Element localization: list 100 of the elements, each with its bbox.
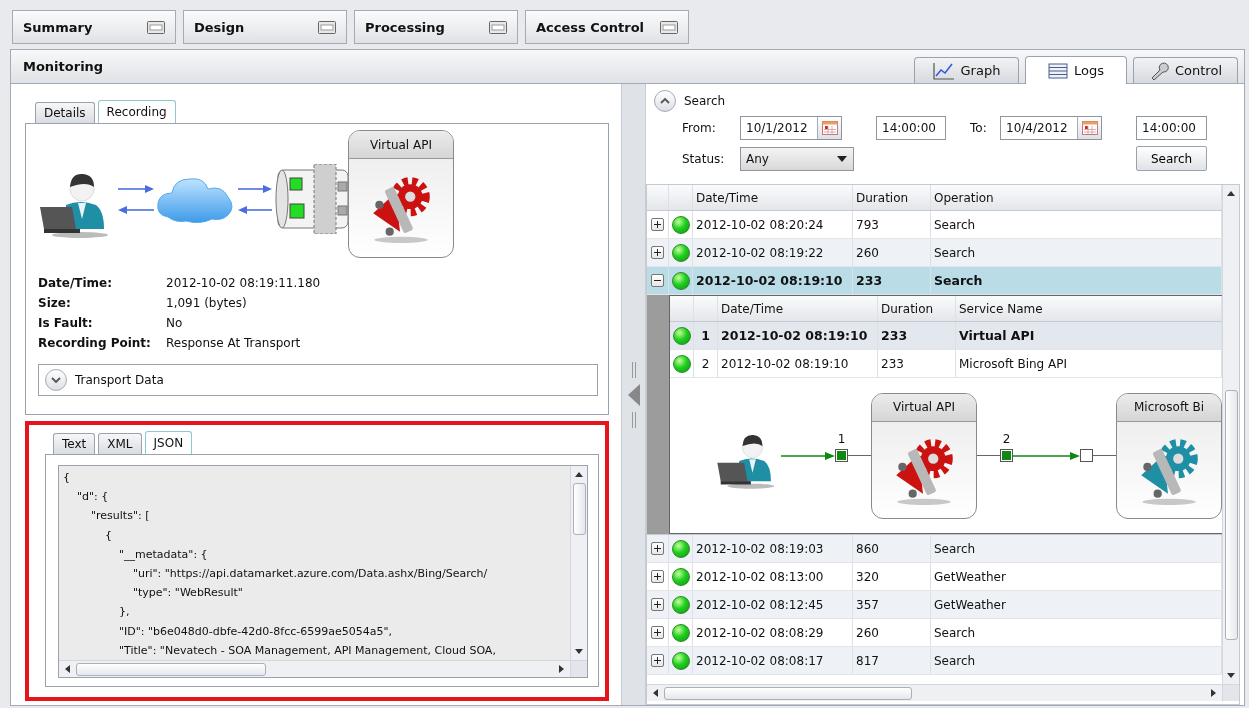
- status-icon: [673, 326, 691, 345]
- table-row[interactable]: 2012-10-02 08:19:10 233 Search: [647, 267, 1222, 295]
- collapse-button[interactable]: [654, 90, 676, 112]
- section-title: Search: [684, 94, 726, 108]
- table-cell: 2012-10-02 08:19:22: [693, 239, 853, 266]
- person-laptop-drawing: [40, 173, 108, 238]
- nav-tab[interactable]: Summary: [12, 10, 176, 44]
- table-cell: 2012-10-02 08:19:10: [693, 267, 853, 294]
- node-title: Virtual API: [872, 393, 976, 422]
- field-label: Date/Time:: [38, 276, 114, 290]
- gear-drawing: [373, 177, 430, 243]
- chevron-down-icon: [51, 377, 61, 384]
- time-field[interactable]: 14:00:00: [1136, 116, 1207, 140]
- column-header: Date/Time: [693, 185, 853, 210]
- transport-data-expander[interactable]: Transport Data: [38, 364, 598, 396]
- tab[interactable]: Recording: [97, 100, 176, 123]
- connector-arrow: [781, 451, 835, 460]
- tab[interactable]: Logs: [1025, 56, 1127, 84]
- status-icon: [673, 354, 691, 373]
- table-cell: 860: [853, 535, 931, 562]
- table-cell: 233: [878, 322, 956, 349]
- code-line: {: [103, 527, 113, 544]
- table-cell: 320: [853, 563, 931, 590]
- status-dropdown[interactable]: Any: [740, 146, 854, 171]
- table-cell: 357: [853, 591, 931, 618]
- field-value: 2012-10-02 08:19:11.180: [166, 276, 322, 290]
- tab[interactable]: XML: [98, 433, 142, 454]
- expander-icon[interactable]: [651, 626, 664, 639]
- column-header: Date/Time: [718, 296, 878, 321]
- nav-tab[interactable]: Processing: [354, 10, 518, 44]
- field-label: To:: [970, 121, 988, 135]
- table-cell: 2012-10-02 08:12:45: [693, 591, 853, 618]
- expander-icon[interactable]: [651, 542, 664, 555]
- scrollbar-corner: [1222, 684, 1239, 701]
- column-header: Duration: [878, 296, 956, 321]
- nav-tab[interactable]: Access Control: [525, 10, 689, 44]
- calendar-icon: [1081, 121, 1098, 135]
- tab[interactable]: Control: [1133, 57, 1238, 83]
- arrows-drawing: [117, 185, 155, 214]
- table-cell: 2: [694, 350, 718, 377]
- table-cell: 1: [694, 322, 718, 349]
- nav-tab[interactable]: Design: [183, 10, 347, 44]
- date-field[interactable]: 10/1/2012: [740, 116, 842, 140]
- code-line: "uri": "https://api.datamarket.azure.com/Data.ashx/Bing/Search/: [131, 566, 489, 582]
- arrows-drawing: [237, 185, 273, 214]
- table-row[interactable]: 2012-10-02 08:19:22 260 Search: [647, 239, 1222, 267]
- code-line: "results": [: [89, 508, 151, 525]
- field-value: No: [166, 316, 184, 330]
- node-title: Virtual API: [349, 131, 453, 159]
- expander-icon[interactable]: [651, 570, 664, 583]
- gear-drawing: [1141, 438, 1198, 505]
- date-field[interactable]: 10/4/2012: [1000, 116, 1102, 140]
- status-icon: [672, 243, 690, 262]
- field-label: Recording Point:: [38, 336, 152, 350]
- table-row[interactable]: 1 2012-10-02 08:19:10 233 Virtual API: [670, 322, 1222, 350]
- table-cell: 2012-10-02 08:13:00: [693, 563, 853, 590]
- expander-icon[interactable]: [651, 598, 664, 611]
- code-line: "Title": "Nevatech - SOA Management, API Management, Cloud SOA,: [117, 642, 497, 659]
- person-laptop-drawing: [717, 434, 775, 489]
- code-line: "d": {: [76, 489, 110, 506]
- tab[interactable]: JSON: [144, 431, 193, 454]
- time-field[interactable]: 14:00:00: [876, 116, 946, 140]
- field-label: Size:: [38, 296, 72, 310]
- table-cell: 2012-10-02 08:20:24: [693, 211, 853, 238]
- chevron-up-icon: [660, 97, 670, 104]
- table-row[interactable]: 2012-10-02 08:12:45 357 GetWeather: [647, 591, 1222, 619]
- tab[interactable]: Text: [53, 433, 96, 454]
- expander-icon[interactable]: [651, 218, 664, 231]
- column-header: Duration: [853, 185, 931, 210]
- tab[interactable]: Details: [35, 102, 95, 123]
- table-row[interactable]: 2012-10-02 08:08:17 817 Search: [647, 647, 1222, 675]
- window-icon: [318, 20, 336, 34]
- caret-icon: [837, 155, 847, 162]
- table-cell: 2012-10-02 08:08:29: [693, 619, 853, 646]
- calendar-icon: [821, 121, 838, 135]
- status-icon: [672, 623, 690, 642]
- status-icon: [672, 271, 690, 290]
- table-row[interactable]: 2012-10-02 08:19:03 860 Search: [647, 535, 1222, 563]
- table-cell: 817: [853, 647, 931, 674]
- connector-arrow: [1013, 451, 1080, 460]
- table-cell: 2012-10-02 08:19:10: [718, 350, 878, 377]
- table-cell: 233: [878, 350, 956, 377]
- table-cell: 2012-10-02 08:19:03: [693, 535, 853, 562]
- port-label: 2: [1001, 432, 1012, 446]
- table-row[interactable]: 2 2012-10-02 08:19:10 233 Microsoft Bing API: [670, 350, 1222, 378]
- table-cell: 233: [853, 267, 931, 294]
- expander-icon[interactable]: [651, 246, 664, 259]
- window-icon: [660, 20, 678, 34]
- gear-drawing: [896, 438, 953, 505]
- expander-icon[interactable]: [651, 654, 664, 667]
- code-line: {: [63, 470, 71, 486]
- code-line: },: [117, 604, 131, 621]
- field-value: Response At Transport: [166, 336, 302, 350]
- search-button[interactable]: Search: [1136, 146, 1207, 171]
- expander-icon[interactable]: [651, 274, 664, 287]
- table-cell: 2012-10-02 08:19:10: [718, 322, 878, 349]
- field-label: Is Fault:: [38, 316, 94, 330]
- tab[interactable]: Graph: [914, 57, 1019, 83]
- field-label: From:: [682, 121, 717, 135]
- field-label: Status:: [682, 151, 726, 166]
